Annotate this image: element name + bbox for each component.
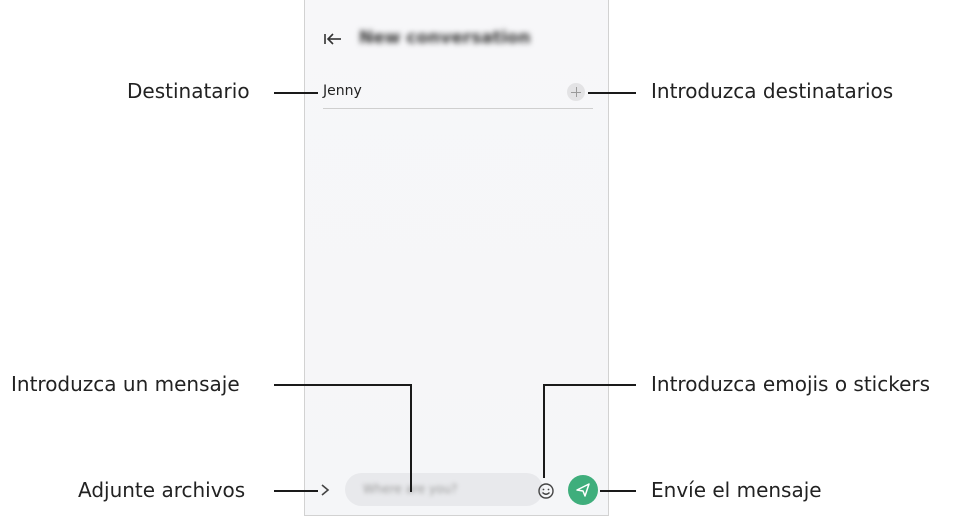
callout-adjunte-archivos: Adjunte archivos (78, 478, 246, 502)
leader-line-send (600, 490, 636, 492)
callout-introduzca-mensaje: Introduzca un mensaje (11, 372, 240, 396)
recipient-field[interactable]: Jenny (323, 80, 593, 109)
chevron-right-icon[interactable] (318, 482, 332, 498)
callout-envie-mensaje: Envíe el mensaje (651, 478, 822, 502)
send-arrow-icon (576, 483, 590, 497)
leader-line-message-h (274, 384, 412, 386)
smiley-icon[interactable] (537, 482, 555, 500)
leader-line-destinatario (274, 92, 318, 94)
back-to-start-icon[interactable] (323, 31, 343, 47)
page-title: New conversation (359, 28, 531, 48)
callout-introduzca-destinatarios: Introduzca destinatarios (651, 79, 894, 103)
callout-introduzca-emojis: Introduzca emojis o stickers (651, 372, 931, 396)
message-input[interactable]: Where are you? (345, 473, 543, 506)
leader-line-add-recipient (588, 92, 636, 94)
leader-line-emoji-h (543, 384, 636, 386)
plus-circle-icon[interactable] (567, 83, 585, 101)
leader-line-emoji-v (543, 384, 545, 478)
recipient-chip[interactable]: Jenny (323, 83, 362, 99)
leader-line-attach (274, 490, 318, 492)
send-button[interactable] (568, 475, 598, 505)
leader-line-message-v (410, 384, 412, 492)
phone-screen: New conversation Jenny Where are you? (304, 0, 609, 516)
callout-destinatario: Destinatario (127, 79, 250, 103)
